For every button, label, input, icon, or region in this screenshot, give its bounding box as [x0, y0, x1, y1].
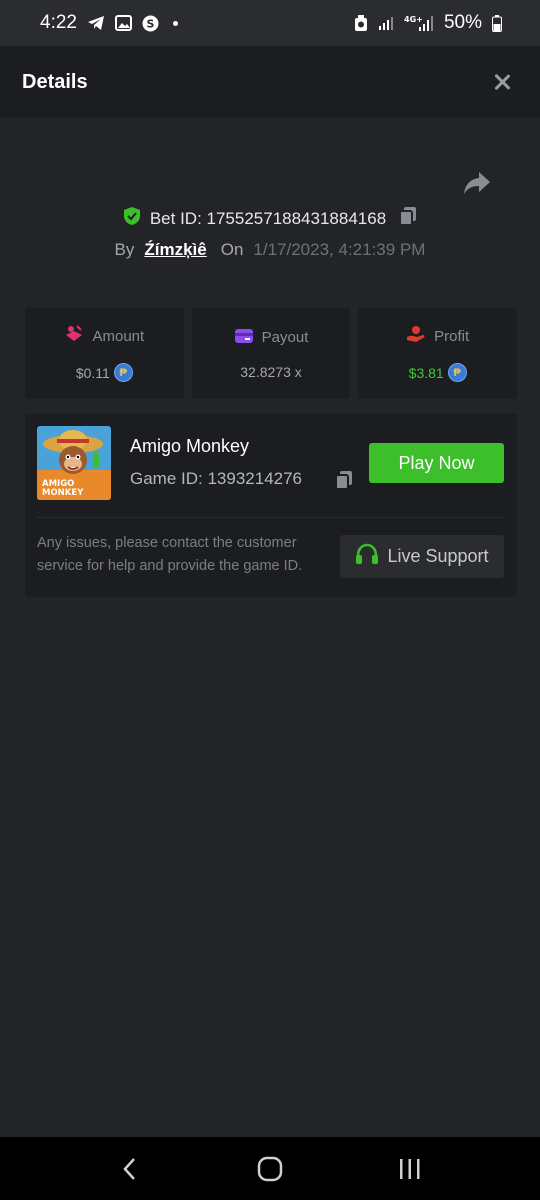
live-support-button[interactable]: Live Support [340, 535, 504, 578]
profit-hand-icon [406, 325, 426, 347]
help-text: Any issues, please contact the customer … [37, 535, 303, 574]
divider [37, 517, 505, 518]
bet-id-row: Bet ID: 1755257188431884168 [0, 206, 540, 231]
stat-amount-header: Amount [64, 325, 144, 347]
svg-text:4G+: 4G+ [404, 15, 423, 24]
gallery-icon [114, 15, 132, 31]
copy-bet-id-icon[interactable] [398, 206, 418, 231]
status-bar-left: 4:22 S [40, 12, 178, 34]
bet-date: 1/17/2023, 4:21:39 PM [253, 240, 426, 259]
telegram-icon [87, 15, 105, 31]
stat-profit-value: $3.81 [408, 364, 444, 381]
stat-amount-label: Amount [92, 327, 145, 345]
peso-coin-icon: ₱ [447, 363, 467, 382]
game-id: Game ID: 1393214276 [130, 469, 303, 488]
status-bar: 4:22 S 4G+ 50% [0, 0, 540, 46]
back-icon[interactable] [110, 1149, 150, 1189]
username-link[interactable]: Źímzķìê [144, 240, 206, 260]
page-title: Details [22, 70, 88, 93]
svg-text:S: S [147, 17, 155, 30]
stat-payout-value: 32.8273 x [240, 363, 302, 380]
alarm-icon [354, 14, 368, 32]
stat-profit-label: Profit [434, 327, 470, 345]
headset-icon [355, 543, 379, 570]
status-time: 4:22 [40, 12, 77, 33]
stat-payout: Payout 32.8273 x [191, 308, 351, 399]
4g-signal-icon: 4G+ [404, 14, 434, 32]
on-label: On [220, 240, 244, 259]
copy-game-id-icon[interactable] [334, 470, 354, 495]
stat-profit-value-row: $3.81 ₱ [409, 363, 467, 382]
stat-amount-value-row: $0.11 ₱ [76, 363, 133, 382]
s-app-icon: S [142, 15, 159, 32]
stat-amount-value: $0.11 [75, 364, 110, 381]
amount-icon [64, 325, 84, 347]
stat-profit-header: Profit [406, 325, 469, 347]
details-header: Details [0, 46, 540, 118]
card-icon [234, 328, 254, 348]
share-icon[interactable] [462, 170, 492, 196]
game-name: Amigo Monkey [130, 436, 250, 456]
verified-shield-icon [122, 206, 142, 231]
android-nav-bar [0, 1137, 540, 1200]
stat-payout-header: Payout [234, 328, 309, 348]
peso-coin-icon: ₱ [113, 363, 133, 382]
home-icon[interactable] [250, 1149, 290, 1189]
bet-id: Bet ID: 1755257188431884168 [149, 208, 387, 228]
stat-profit: Profit $3.81 ₱ [358, 308, 518, 399]
stat-payout-label: Payout [261, 329, 309, 346]
battery-icon [492, 14, 502, 32]
battery-percent: 50% [443, 12, 482, 33]
notification-dot-icon [172, 20, 178, 26]
bet-stats: Amount $0.11 ₱ Payout 32.8273 x Profit $… [25, 308, 518, 399]
close-icon[interactable] [490, 70, 514, 94]
recent-apps-icon[interactable] [390, 1149, 430, 1189]
game-thumbnail[interactable]: AMIGO MONKEY [37, 426, 111, 500]
game-card: AMIGO MONKEY Amigo Monkey Game ID: 13932… [25, 414, 517, 597]
play-now-button[interactable]: Play Now [369, 443, 504, 483]
signal-icon [378, 15, 394, 31]
bet-meta-row: By Źímzķìê On 1/17/2023, 4:21:39 PM [0, 240, 540, 260]
status-bar-right: 4G+ 50% [354, 12, 502, 34]
by-label: By [114, 240, 135, 259]
thumb-title-line2: MONKEY [42, 488, 84, 498]
stat-amount: Amount $0.11 ₱ [25, 308, 184, 399]
live-support-label: Live Support [387, 546, 489, 566]
stat-payout-value-row: 32.8273 x [240, 364, 302, 380]
